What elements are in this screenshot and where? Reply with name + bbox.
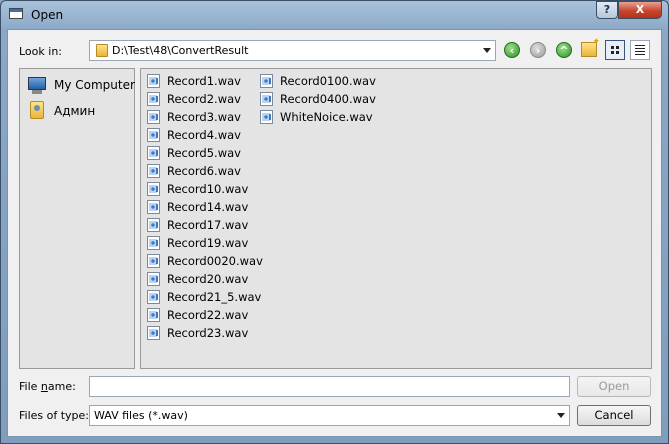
look-in-combo[interactable]: D:\Test\48\ConvertResult (89, 40, 496, 61)
cancel-button[interactable]: Cancel (577, 405, 651, 426)
wav-file-icon (260, 92, 273, 106)
back-arrow-icon[interactable]: ‹ (504, 42, 520, 58)
computer-icon (28, 77, 46, 94)
wav-file-icon (147, 218, 160, 232)
file-name-input[interactable] (89, 376, 570, 397)
wav-file-icon (147, 110, 160, 124)
places-sidebar: My Computer Админ (19, 68, 135, 369)
wav-file-icon (147, 146, 160, 160)
chevron-down-icon (557, 413, 565, 418)
forward-arrow-icon[interactable]: › (530, 42, 546, 58)
wav-file-icon (147, 308, 160, 322)
files-of-type-label: Files of type: (19, 409, 90, 422)
dialog-body: Look in: D:\Test\48\ConvertResult ‹ › ^ … (7, 29, 662, 437)
wav-file-icon (147, 236, 160, 250)
detail-view-button[interactable] (605, 40, 625, 60)
detail-view-icon (611, 46, 619, 54)
wav-file-icon (147, 164, 160, 178)
wav-file-icon (260, 74, 273, 88)
list-view-button[interactable] (630, 40, 650, 60)
look-in-path: D:\Test\48\ConvertResult (112, 44, 249, 57)
wav-file-icon (147, 200, 160, 214)
window-icon (9, 8, 23, 19)
close-button[interactable]: X (618, 1, 662, 19)
sidebar-item-label: My Computer (54, 78, 135, 92)
open-button[interactable]: Open (577, 376, 651, 397)
wav-file-icon (147, 254, 160, 268)
open-dialog: Open ? X Look in: D:\Test\48\ConvertResu… (0, 0, 669, 444)
file-name-label: File name: (19, 380, 76, 393)
files-of-type-value: WAV files (*.wav) (94, 409, 188, 422)
help-button[interactable]: ? (596, 1, 618, 19)
wav-file-icon (147, 272, 160, 286)
up-arrow-icon[interactable]: ^ (556, 42, 572, 58)
wav-file-icon (147, 326, 160, 340)
file-list: Record1.wav Record2.wav Record3.wav Reco… (140, 68, 652, 369)
window-title: Open (31, 8, 64, 22)
file-name-label-part: ame: (47, 380, 76, 393)
title-bar[interactable]: Open ? X (1, 1, 668, 29)
list-view-icon (635, 45, 645, 55)
look-in-label: Look in: (19, 45, 62, 58)
file-name-label-part: File (19, 380, 41, 393)
wav-file-icon (147, 74, 160, 88)
wav-file-icon (147, 182, 160, 196)
wav-file-icon (147, 92, 160, 106)
wav-file-icon (147, 128, 160, 142)
wav-file-icon (147, 290, 160, 304)
file-name-label-accel: n (40, 380, 48, 393)
files-of-type-combo[interactable]: WAV files (*.wav) (89, 405, 570, 426)
folder-icon (96, 44, 108, 57)
new-folder-icon[interactable] (581, 37, 600, 57)
wav-file-icon (260, 110, 273, 124)
sidebar-item-label: Админ (54, 104, 96, 118)
user-folder-icon (30, 101, 44, 119)
chevron-down-icon (483, 48, 491, 53)
